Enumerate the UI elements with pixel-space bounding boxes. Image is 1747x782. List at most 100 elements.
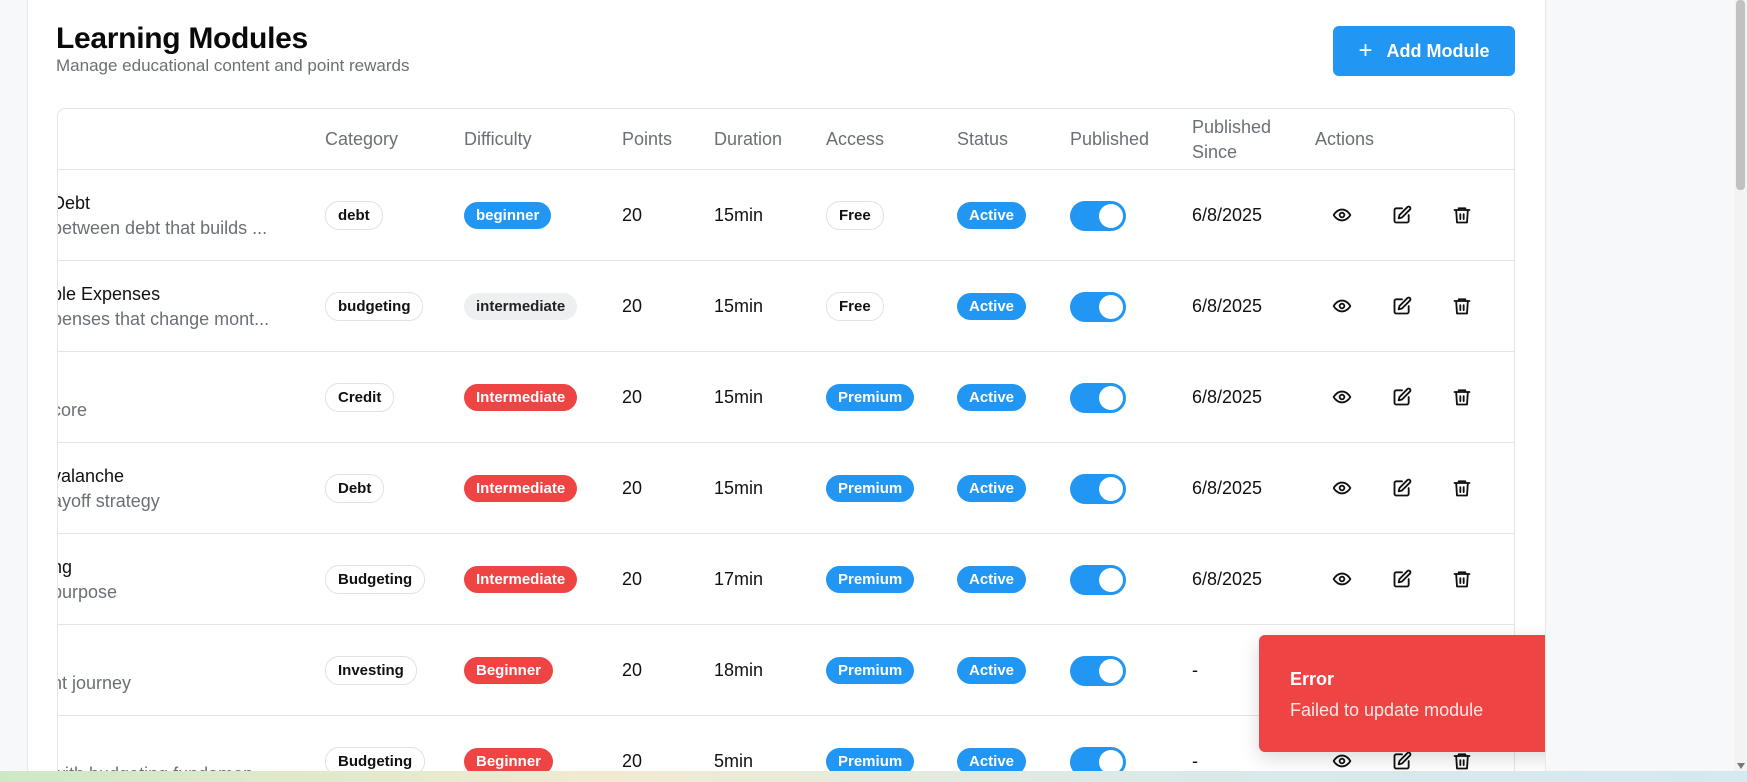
plus-icon: + (1358, 37, 1373, 64)
access-badge: Free (826, 201, 884, 230)
eye-icon[interactable] (1328, 201, 1356, 229)
category-cell: Budgeting (325, 534, 426, 625)
difficulty-cell: Intermediate (464, 352, 578, 443)
published-since-value: 6/8/2025 (1192, 296, 1263, 316)
category-badge: Budgeting (325, 747, 426, 771)
published-since-value: - (1192, 660, 1198, 680)
access-cell: Premium (826, 352, 915, 443)
access-cell: Free (826, 170, 884, 261)
difficulty-badge: intermediate (464, 293, 578, 320)
difficulty-cell: Intermediate (464, 443, 578, 534)
published-toggle[interactable] (1070, 200, 1126, 231)
trash-icon[interactable] (1448, 201, 1476, 229)
module-title: ng (58, 556, 73, 577)
category-cell: Budgeting (325, 716, 426, 771)
bottom-strip (0, 771, 1747, 782)
published-toggle[interactable] (1070, 564, 1126, 595)
edit-icon[interactable] (1388, 201, 1416, 229)
published-toggle[interactable] (1070, 382, 1126, 413)
column-header-published-since-line1: Published (1192, 116, 1272, 137)
difficulty-cell: Beginner (464, 625, 554, 716)
trash-icon[interactable] (1448, 383, 1476, 411)
access-cell: Premium (826, 534, 915, 625)
published-toggle[interactable] (1070, 473, 1126, 504)
published-toggle[interactable] (1070, 655, 1126, 686)
eye-icon[interactable] (1328, 383, 1356, 411)
column-header-duration: Duration (714, 129, 783, 149)
module-description: penses that change mont... (57, 308, 270, 329)
points-value: 20 (622, 205, 643, 225)
module-description: between debt that builds ... (57, 217, 268, 238)
published-toggle[interactable] (1070, 291, 1126, 322)
published-since-value: 6/8/2025 (1192, 478, 1263, 498)
module-title-cell: with budgeting fundamen... (58, 716, 312, 772)
trash-icon[interactable] (1448, 565, 1476, 593)
status-cell: Active (957, 261, 1027, 352)
toggle-knob (1099, 385, 1123, 410)
published-cell (1070, 261, 1126, 352)
status-cell: Active (957, 170, 1027, 261)
module-title-cell: valanche ayoff strategy (58, 443, 312, 534)
category-badge: Credit (325, 383, 395, 412)
eye-icon[interactable] (1328, 474, 1356, 502)
category-cell: Credit (325, 352, 395, 443)
duration-value: 15min (714, 205, 764, 225)
status-badge: Active (957, 384, 1027, 411)
published-toggle[interactable] (1070, 746, 1126, 771)
points-value: 20 (622, 478, 643, 498)
access-badge: Premium (826, 475, 915, 502)
module-title-cell: nt journey (58, 625, 312, 716)
edit-icon[interactable] (1388, 565, 1416, 593)
column-header-status: Status (957, 129, 1009, 149)
access-badge: Free (826, 292, 884, 321)
column-header-access: Access (826, 129, 885, 149)
points-value: 20 (622, 569, 643, 589)
table-header: Category Difficulty Points Duration Acce… (58, 109, 1514, 170)
toggle-knob (1099, 749, 1123, 771)
difficulty-cell: Beginner (464, 716, 554, 771)
points-value: 20 (622, 387, 643, 407)
access-badge: Premium (826, 748, 915, 771)
category-cell: budgeting (325, 261, 424, 352)
difficulty-badge: beginner (464, 202, 552, 229)
category-badge: debt (325, 201, 383, 230)
points-value: 20 (622, 296, 643, 316)
difficulty-badge: Intermediate (464, 475, 578, 502)
access-cell: Premium (826, 716, 915, 771)
published-since-value: 6/8/2025 (1192, 569, 1263, 589)
toggle-knob (1099, 294, 1123, 319)
eye-icon[interactable] (1328, 292, 1356, 320)
edit-icon[interactable] (1388, 383, 1416, 411)
module-title-cell: ble Expenses penses that change mont... (57, 261, 312, 352)
status-cell: Active (957, 534, 1027, 625)
main-panel: Learning Modules Manage educational cont… (27, 0, 1546, 771)
published-cell (1070, 534, 1126, 625)
status-cell: Active (957, 625, 1027, 716)
module-description: with budgeting fundamen... (58, 764, 268, 772)
edit-icon[interactable] (1388, 292, 1416, 320)
edit-icon[interactable] (1388, 474, 1416, 502)
module-title-cell: core (58, 352, 312, 443)
status-cell: Active (957, 716, 1027, 771)
scrollbar-thumb[interactable] (1736, 0, 1745, 190)
duration-value: 15min (714, 387, 764, 407)
table-row: ble Expenses penses that change mont... bu… (58, 261, 1514, 352)
trash-icon[interactable] (1448, 474, 1476, 502)
page-scrollbar[interactable] (1734, 0, 1747, 771)
difficulty-badge: Beginner (464, 657, 554, 684)
published-cell (1070, 625, 1126, 716)
trash-icon[interactable] (1448, 292, 1476, 320)
eye-icon[interactable] (1328, 565, 1356, 593)
access-cell: Premium (826, 443, 915, 534)
page-header: Learning Modules Manage educational cont… (56, 22, 409, 76)
toggle-knob (1099, 476, 1123, 501)
published-cell (1070, 170, 1126, 261)
column-header-published: Published (1070, 129, 1150, 149)
module-title-cell: ng purpose (58, 534, 312, 625)
add-module-button[interactable]: + Add Module (1333, 26, 1515, 76)
add-module-label: Add Module (1386, 40, 1490, 61)
published-since-value: - (1192, 751, 1198, 771)
scroll-down-arrow[interactable] (1737, 763, 1745, 769)
status-cell: Active (957, 352, 1027, 443)
page-subtitle: Manage educational content and point rew… (56, 56, 410, 75)
